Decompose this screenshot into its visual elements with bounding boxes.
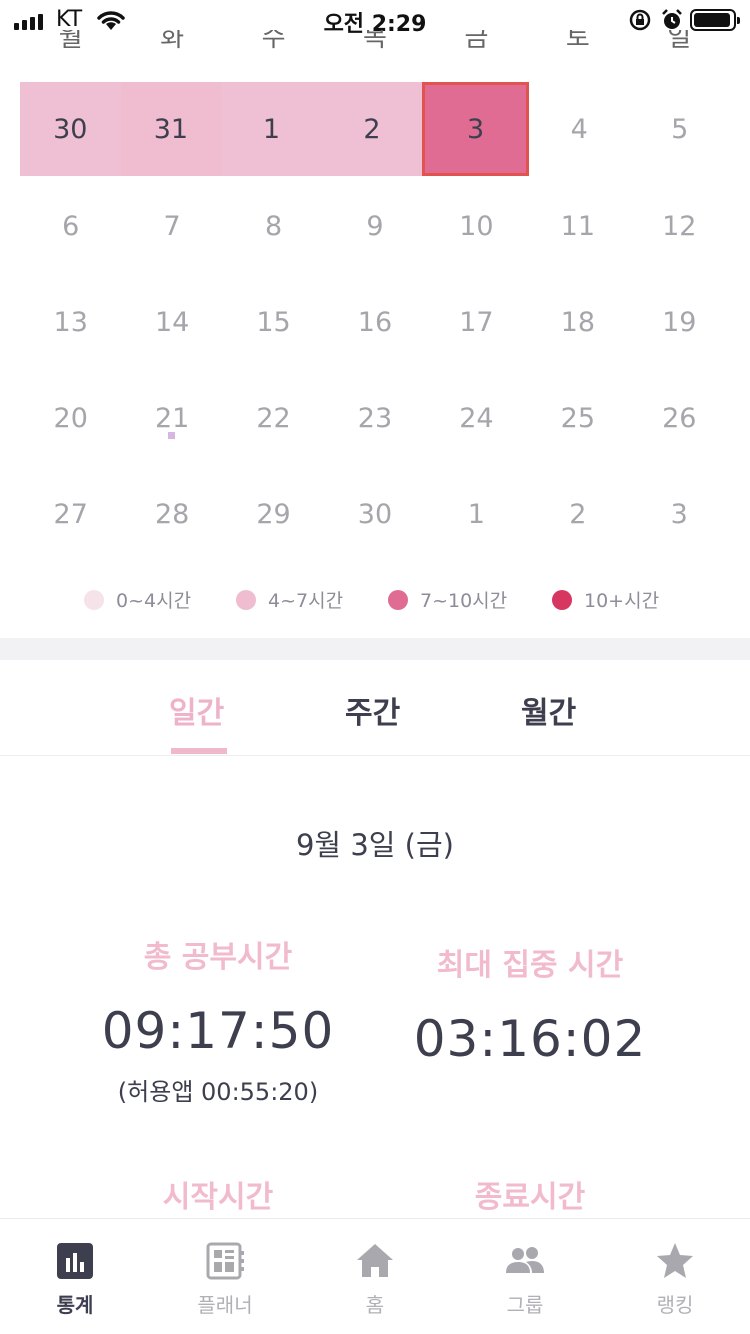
calendar-legend: 0~4시간 4~7시간 7~10시간 10+시간 [0, 586, 750, 618]
tabbar-label: 홈 [365, 1293, 385, 1317]
max-focus-time-label: 최대 집중 시간 [436, 948, 624, 983]
tabbar-item-home[interactable]: 홈 [300, 1219, 450, 1334]
calendar-day[interactable]: 3 [629, 466, 730, 562]
calendar-week: 13 14 15 16 17 18 19 [20, 274, 730, 370]
calendar-week: 27 28 29 30 1 2 3 [20, 466, 730, 562]
legend-item: 4~7시간 [236, 586, 343, 613]
calendar-day[interactable]: 1 [426, 466, 527, 562]
bar-chart-icon [57, 1243, 93, 1279]
legend-swatch [388, 589, 408, 610]
calendar-day[interactable]: 29 [223, 466, 324, 562]
calendar-day[interactable]: 16 [324, 274, 425, 370]
calendar-day[interactable]: 24 [426, 370, 527, 466]
study-calendar: 30 31 1 2 3 4 5 6 7 8 9 10 11 12 13 14 1… [20, 82, 730, 562]
legend-swatch [84, 589, 104, 610]
calendar-day[interactable]: 30 [324, 466, 425, 562]
calendar-day[interactable]: 2 [527, 466, 628, 562]
calendar-day[interactable]: 18 [527, 274, 628, 370]
start-time-label: 시작시간 [162, 1180, 274, 1215]
total-study-time-label: 총 공부시간 [143, 940, 293, 975]
calendar-day[interactable]: 25 [527, 370, 628, 466]
weekday-label: 화 [160, 30, 185, 53]
calendar-day[interactable]: 6 [20, 178, 121, 274]
tab-daily[interactable]: 일간 [169, 688, 224, 732]
calendar-day[interactable]: 12 [629, 178, 730, 274]
activity-marker [168, 432, 176, 439]
tabbar-item-planner[interactable]: 플래너 [150, 1219, 300, 1334]
home-icon [357, 1244, 393, 1277]
legend-item: 7~10시간 [388, 586, 507, 613]
weekday-label: 월 [58, 30, 83, 53]
calendar-day[interactable]: 27 [20, 466, 121, 562]
selected-date-title: 9월 3일 (금) [295, 828, 454, 862]
bottom-tab-bar: 통계 플래너 홈 그룹 랭킹 [0, 1218, 750, 1334]
calendar-day[interactable]: 30 [20, 82, 121, 176]
calendar-day[interactable]: 14 [121, 274, 222, 370]
calendar-day[interactable]: 20 [20, 370, 121, 466]
calendar-day[interactable]: 4 [529, 82, 630, 176]
weekday-label: 수 [261, 30, 286, 53]
star-icon [657, 1243, 693, 1278]
weekday-header: 월 화 수 목 금 토 일 [20, 30, 730, 60]
calendar-day[interactable]: 7 [121, 178, 222, 274]
legend-label: 10+시간 [584, 590, 660, 612]
calendar-week: 20 21 22 23 24 25 26 [20, 370, 730, 466]
rotation-lock-icon [629, 9, 651, 31]
legend-item: 10+시간 [552, 586, 659, 613]
total-study-time-value: 09:17:50 [101, 1002, 335, 1060]
legend-item: 0~4시간 [84, 586, 191, 613]
calendar-day-with-marker[interactable]: 21 [121, 370, 222, 466]
calendar-day[interactable]: 11 [527, 178, 628, 274]
calendar-day[interactable]: 15 [223, 274, 324, 370]
calendar-day[interactable]: 2 [321, 82, 423, 176]
calendar-day-number: 21 [154, 402, 190, 434]
calendar-day[interactable]: 23 [324, 370, 425, 466]
legend-label: 4~7시간 [268, 590, 344, 612]
allowed-apps-time: (허용앱 00:55:20) [117, 1078, 319, 1106]
weekday-label: 토 [565, 30, 590, 53]
calendar-day[interactable]: 28 [121, 466, 222, 562]
calendar-day[interactable]: 31 [120, 82, 222, 176]
legend-swatch [552, 589, 572, 610]
legend-label: 7~10시간 [420, 590, 508, 612]
calendar-day[interactable]: 17 [426, 274, 527, 370]
calendar-day[interactable]: 22 [223, 370, 324, 466]
legend-swatch [236, 589, 256, 610]
section-divider [0, 638, 750, 660]
calendar-day[interactable]: 10 [426, 178, 527, 274]
tabbar-item-ranking[interactable]: 랭킹 [600, 1219, 750, 1334]
calendar-week: 6 7 8 9 10 11 12 [20, 178, 730, 274]
calendar-day[interactable]: 26 [629, 370, 730, 466]
end-time-label: 종료시간 [474, 1180, 586, 1215]
tabbar-label: 그룹 [506, 1293, 544, 1317]
tabbar-item-group[interactable]: 그룹 [450, 1219, 600, 1334]
period-tabs: 일간 주간 월간 [0, 660, 750, 756]
alarm-icon [662, 9, 682, 29]
tab-monthly[interactable]: 월간 [521, 688, 576, 732]
calendar-day-selected[interactable]: 3 [422, 82, 529, 176]
legend-label: 0~4시간 [116, 590, 192, 612]
tabbar-label: 플래너 [197, 1293, 253, 1317]
calendar-day[interactable]: 19 [629, 274, 730, 370]
calendar-day[interactable]: 9 [324, 178, 425, 274]
group-icon [506, 1247, 544, 1273]
calendar-day[interactable]: 1 [221, 82, 322, 176]
weekday-label: 목 [363, 30, 387, 53]
weekday-label: 금 [464, 30, 489, 53]
planner-icon [206, 1242, 244, 1280]
weekday-label: 일 [667, 30, 692, 53]
calendar-day[interactable]: 13 [20, 274, 121, 370]
battery-icon [690, 9, 740, 31]
calendar-week: 30 31 1 2 3 4 5 [20, 82, 730, 178]
tabbar-label: 랭킹 [656, 1293, 694, 1317]
active-tab-indicator [171, 748, 227, 754]
tab-weekly[interactable]: 주간 [345, 688, 400, 732]
max-focus-time-value: 03:16:02 [413, 1010, 647, 1068]
tabbar-label: 통계 [56, 1293, 94, 1317]
calendar-day[interactable]: 8 [223, 178, 324, 274]
tabbar-item-stats[interactable]: 통계 [0, 1219, 150, 1334]
calendar-day[interactable]: 5 [629, 82, 730, 176]
